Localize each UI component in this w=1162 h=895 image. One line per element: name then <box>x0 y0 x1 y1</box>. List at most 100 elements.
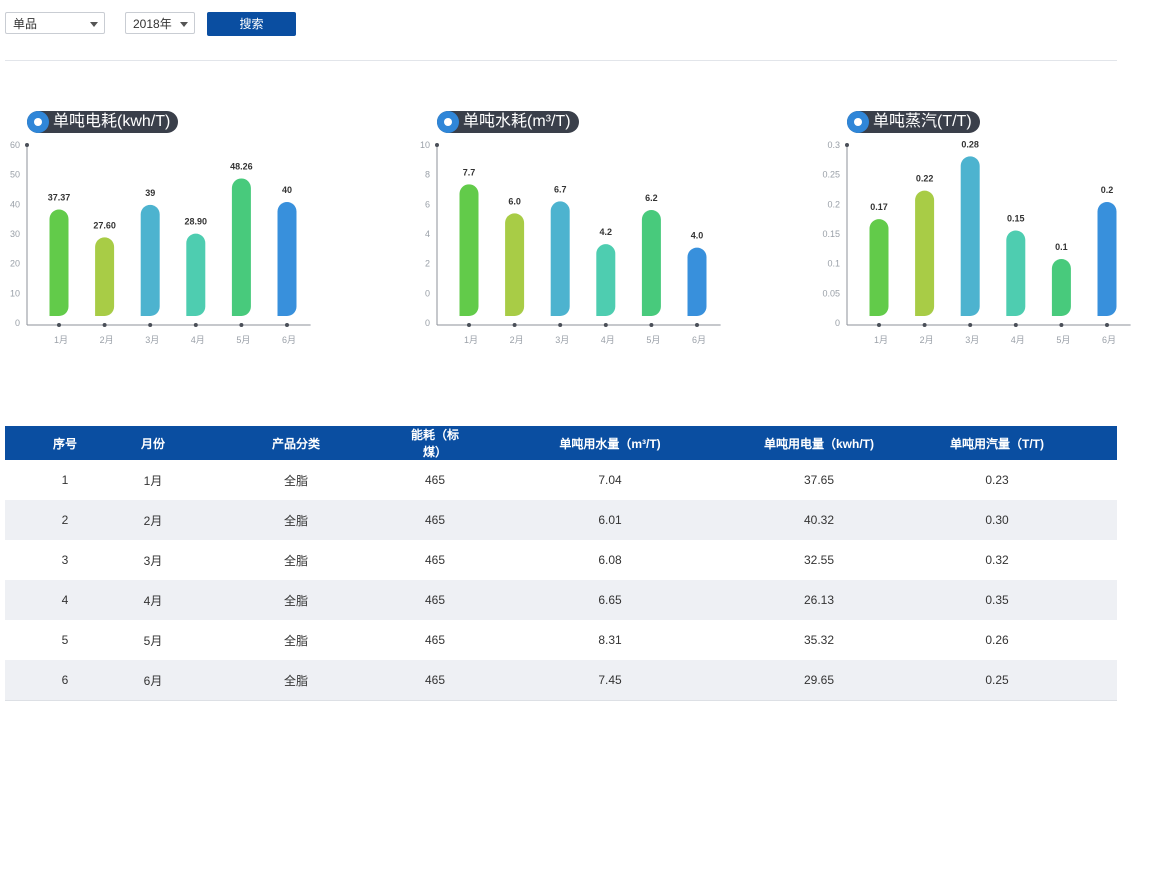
y-tick-label: 50 <box>10 170 20 180</box>
cell-energy: 465 <box>411 500 459 540</box>
table-row: 5 5月 全脂 465 8.31 35.32 0.26 <box>5 620 1117 660</box>
y-tick-label: 40 <box>10 199 20 209</box>
x-tick-marker <box>649 323 654 327</box>
bar <box>186 233 206 316</box>
bar-value-label: 6.7 <box>554 184 567 194</box>
cell-month: 2月 <box>125 500 181 540</box>
col-header-energy: 能耗（标煤） <box>411 426 460 460</box>
cell-steam: 0.35 <box>877 580 1117 620</box>
y-tick-label: 0.15 <box>822 229 840 239</box>
bar <box>1097 202 1117 316</box>
table-header-row: 序号 月份 产品分类 能耗（标煤） 单吨用水量（m³/T) 单吨用电量（kwh/… <box>5 426 1117 460</box>
bar <box>915 190 935 316</box>
bar-value-label: 7.7 <box>463 167 476 177</box>
cell-water: 7.04 <box>598 473 622 487</box>
x-tick-marker <box>1105 323 1109 327</box>
x-tick-label: 6月 <box>282 335 296 345</box>
x-tick-label: 3月 <box>965 335 979 345</box>
col-header-month: 月份 <box>125 426 181 460</box>
x-tick-marker <box>877 323 881 327</box>
cell-water: 8.31 <box>598 633 622 647</box>
y-axis-cap <box>25 143 29 147</box>
y-tick-label: 0 <box>15 318 20 328</box>
x-tick-marker <box>193 323 198 327</box>
x-tick-marker <box>239 323 244 327</box>
cell-electricity: 32.55 <box>803 553 835 567</box>
filter-toolbar: 单品 2018年 搜索 <box>5 12 1117 36</box>
y-tick-label: 0.2 <box>827 199 840 209</box>
bar-value-label: 0.22 <box>916 174 934 184</box>
bar <box>596 244 616 316</box>
x-tick-marker <box>467 323 471 327</box>
cell-month: 4月 <box>125 580 181 620</box>
cell-water: 7.45 <box>459 660 761 701</box>
bar-value-label: 4.2 <box>600 227 613 237</box>
bar-value-label: 0.1 <box>1055 242 1068 252</box>
cell-water: 6.08 <box>598 553 622 567</box>
cell-index: 3 <box>61 553 69 567</box>
bar <box>687 247 707 316</box>
product-select[interactable]: 单品 <box>5 12 105 34</box>
x-tick-label: 3月 <box>145 335 159 345</box>
bar-value-label: 6.0 <box>508 196 521 206</box>
cell-water: 6.65 <box>459 580 761 620</box>
x-tick-label: 2月 <box>100 335 114 345</box>
x-tick-label: 2月 <box>920 335 934 345</box>
chart-canvas: 0 10 20 30 40 50 60 37.37 1月 27.60 2月 39 3月 28.90 4月 48… <box>10 140 311 345</box>
cell-electricity: 40.32 <box>761 500 877 540</box>
bar <box>869 219 889 316</box>
cell-category: 全脂 <box>181 580 411 620</box>
x-tick-label: 1月 <box>464 335 478 345</box>
year-select[interactable]: 2018年 <box>125 12 195 34</box>
x-tick-marker <box>285 323 289 327</box>
bar <box>960 156 980 316</box>
x-tick-marker <box>968 323 973 327</box>
bar <box>95 237 115 316</box>
y-tick-label: 20 <box>10 259 20 269</box>
table-row: 1 1月 全脂 465 7.04 37.65 0.23 <box>5 460 1117 500</box>
x-tick-label: 6月 <box>1102 335 1116 345</box>
bar <box>641 209 661 316</box>
search-button[interactable]: 搜索 <box>207 12 296 36</box>
x-tick-marker <box>558 323 563 327</box>
bar-value-label: 0.28 <box>961 139 979 149</box>
cell-category: 全脂 <box>283 633 308 648</box>
y-tick-label: 4 <box>425 229 430 239</box>
energy-table: 序号 月份 产品分类 能耗（标煤） 单吨用水量（m³/T) 单吨用电量（kwh/… <box>5 426 1117 701</box>
cell-energy: 465 <box>424 633 446 647</box>
bar <box>1006 230 1026 316</box>
cell-steam: 0.32 <box>985 553 1009 567</box>
year-select-value: 2018年 <box>133 17 172 31</box>
col-header-steam: 单吨用汽量（T/T) <box>877 426 1117 460</box>
x-tick-marker <box>603 323 608 327</box>
cell-category: 全脂 <box>181 660 411 701</box>
cell-index: 5 <box>61 633 69 647</box>
x-tick-label: 5月 <box>1056 335 1070 345</box>
x-tick-marker <box>512 323 517 327</box>
cell-energy: 465 <box>411 580 459 620</box>
cell-category: 全脂 <box>181 500 411 540</box>
cell-energy: 465 <box>424 553 446 567</box>
y-tick-label: 10 <box>420 140 430 150</box>
x-tick-marker <box>1013 323 1018 327</box>
cell-electricity: 29.65 <box>761 660 877 701</box>
chart-canvas: 0 0 2 4 6 8 10 7.7 1月 6.0 2月 6.7 3月 4.2 4月 6.2 5月 4.0 6月 <box>420 140 721 345</box>
y-tick-label: 0 <box>425 288 430 298</box>
col-header-category: 产品分类 <box>181 426 411 460</box>
bar <box>49 209 69 316</box>
cell-index: 2 <box>5 500 125 540</box>
y-tick-label: 8 <box>425 170 430 180</box>
bar <box>140 204 160 316</box>
bar <box>231 178 251 316</box>
x-tick-label: 4月 <box>1011 335 1025 345</box>
bar-value-label: 4.0 <box>691 231 704 241</box>
x-tick-label: 5月 <box>236 335 250 345</box>
y-tick-label: 0.1 <box>827 259 840 269</box>
x-tick-label: 4月 <box>601 335 615 345</box>
cell-category: 全脂 <box>283 553 308 568</box>
bar <box>505 213 525 316</box>
y-tick-label: 2 <box>425 259 430 269</box>
cell-electricity: 35.32 <box>803 633 835 647</box>
x-tick-label: 5月 <box>646 335 660 345</box>
cell-month: 6月 <box>125 660 181 701</box>
